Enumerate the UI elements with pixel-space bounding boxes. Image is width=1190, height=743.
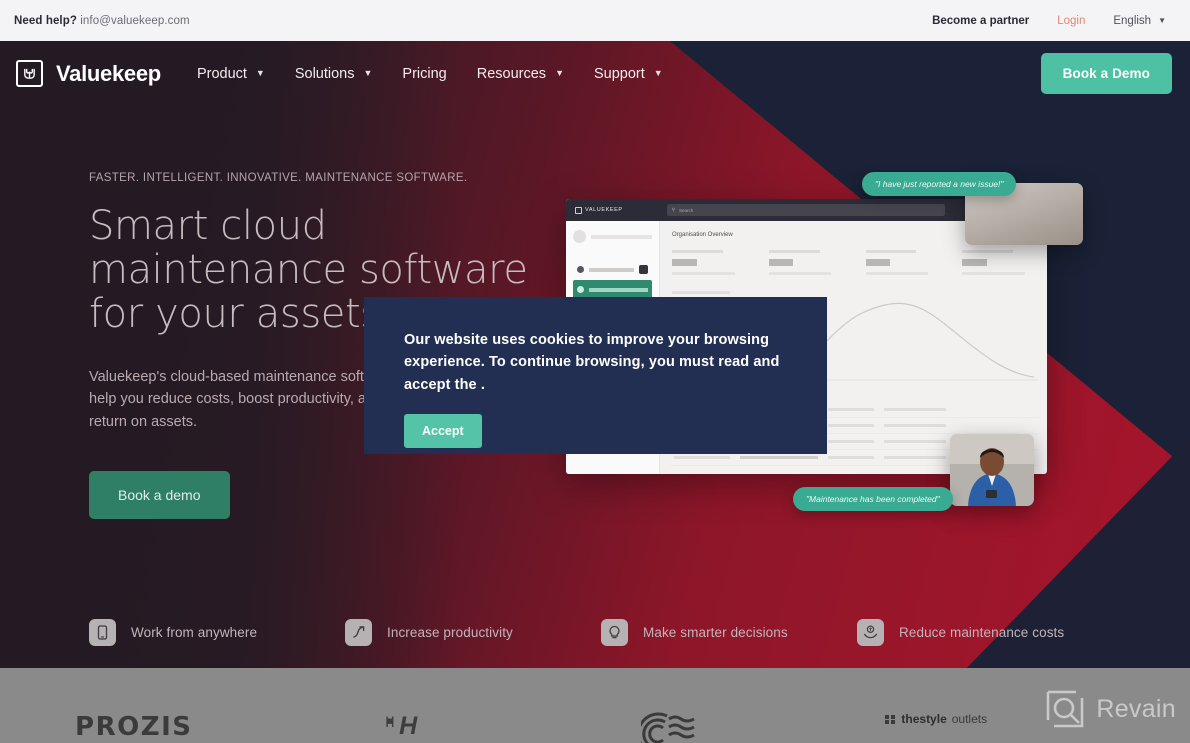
mockup-search-input: ⚲ Search [666,204,945,216]
partner-logo-label: PROZIS [75,712,193,742]
mockup-brand-label: VALUEKEEP [585,207,623,213]
nav-item-product[interactable]: Product ▼ [197,66,265,82]
mockup-search-placeholder: Search [679,207,694,213]
hand-coin-icon [857,618,884,646]
chevron-down-icon: ▼ [555,68,564,78]
mobile-icon [89,618,116,646]
nav-item-pricing[interactable]: Pricing [402,66,446,82]
page-root: Need help? info@valuekeep.com Become a p… [0,0,1190,743]
feature-highlights: Work from anywhere Increase productivity… [89,612,1109,652]
book-a-demo-header-button[interactable]: Book a Demo [1040,53,1172,94]
mockup-avatar [573,230,652,243]
cookie-message: Our website uses cookies to improve your… [404,332,780,393]
search-icon: ⚲ [671,207,675,212]
cookie-consent-banner: Our website uses cookies to improve your… [364,297,827,454]
top-utility-links: Become a partner Login English ▼ [932,15,1166,27]
partner-logo-label: thestyle outlets [885,712,987,726]
feature-label: Reduce maintenance costs [899,624,1065,640]
nav-label: Support [593,65,645,82]
nav-label: Product [196,65,247,82]
trend-arrow-icon [345,618,372,646]
partner-logo-wave [535,712,803,743]
support-email[interactable]: info@valuekeep.com [80,15,189,27]
nav-label: Resources [476,65,547,82]
nav-label: Pricing [402,65,447,82]
mockup-stat-card [962,250,1035,275]
language-selector[interactable]: English ▼ [1113,15,1166,27]
need-help-text: Need help? info@valuekeep.com [14,15,190,27]
chevron-down-icon: ▼ [363,68,373,78]
brand-logo[interactable]: Valuekeep [16,60,161,87]
speech-bubble-maintenance-completed: "Maintenance has been completed" [793,487,953,511]
partner-logo-prozis: PROZIS [0,712,268,743]
feature-label: Make smarter decisions [643,624,788,640]
main-navigation: Valuekeep Product ▼ Solutions ▼ Pricing … [0,41,1190,106]
hero-eyebrow: FASTER. INTELLIGENT. INNOVATIVE. MAINTEN… [89,172,468,184]
revain-watermark-label: Revain [1096,694,1176,723]
mockup-nav-overview [573,259,652,280]
mockup-stat-cards [672,250,1035,275]
become-a-partner-link[interactable]: Become a partner [932,15,1029,27]
lightbulb-icon [601,618,628,646]
feature-make-smarter-decisions: Make smarter decisions [601,618,857,646]
feature-label: Work from anywhere [131,624,258,640]
photo-technician-with-phone [950,434,1034,506]
hh-mark-icon: |■| [385,715,394,728]
login-link[interactable]: Login [1057,15,1085,27]
language-label: English [1113,14,1152,27]
partner-logo-label: |■| H [385,712,418,740]
need-help-label: Need help? [14,14,77,27]
nav-links: Product ▼ Solutions ▼ Pricing Resources … [197,66,663,82]
nav-item-solutions[interactable]: Solutions ▼ [295,66,373,82]
mockup-badge [639,265,648,274]
feature-label: Increase productivity [387,624,513,640]
partner-logos-band: PROZIS |■| H thestyle outlets Revain [0,668,1190,743]
nav-item-resources[interactable]: Resources ▼ [477,66,564,82]
partner-logos-row: PROZIS |■| H thestyle outlets [0,712,1070,743]
book-a-demo-hero-button[interactable]: Book a demo [89,471,230,520]
mockup-stat-card [768,250,842,275]
valuekeep-logo-icon [16,60,43,87]
feature-increase-productivity: Increase productivity [345,618,601,646]
cookie-accept-button[interactable]: Accept [404,414,482,449]
feature-reduce-maintenance-costs: Reduce maintenance costs [857,618,1065,646]
revain-logo-icon [1047,690,1084,728]
revain-watermark: Revain [1046,690,1176,728]
partner-logo-hh: |■| H [268,712,536,743]
brand-name: Valuekeep [56,60,161,86]
mockup-brand: VALUEKEEP [575,206,623,214]
mockup-logo-icon [575,206,582,214]
mockup-stat-card [672,250,745,275]
partner-logo-thestyleoutlets: thestyle outlets [803,712,1071,743]
chevron-down-icon: ▼ [653,68,663,78]
speech-bubble-reported-issue: "I have just reported a new issue!" [862,172,1017,196]
mockup-stat-card [865,250,939,275]
chevron-down-icon: ▼ [255,68,265,78]
nav-item-support[interactable]: Support ▼ [594,66,663,82]
chevron-down-icon: ▼ [1158,15,1166,25]
style-outlets-mark-icon [885,714,896,724]
nav-label: Solutions [294,65,355,82]
feature-work-from-anywhere: Work from anywhere [89,618,345,646]
top-utility-bar: Need help? info@valuekeep.com Become a p… [0,0,1190,41]
